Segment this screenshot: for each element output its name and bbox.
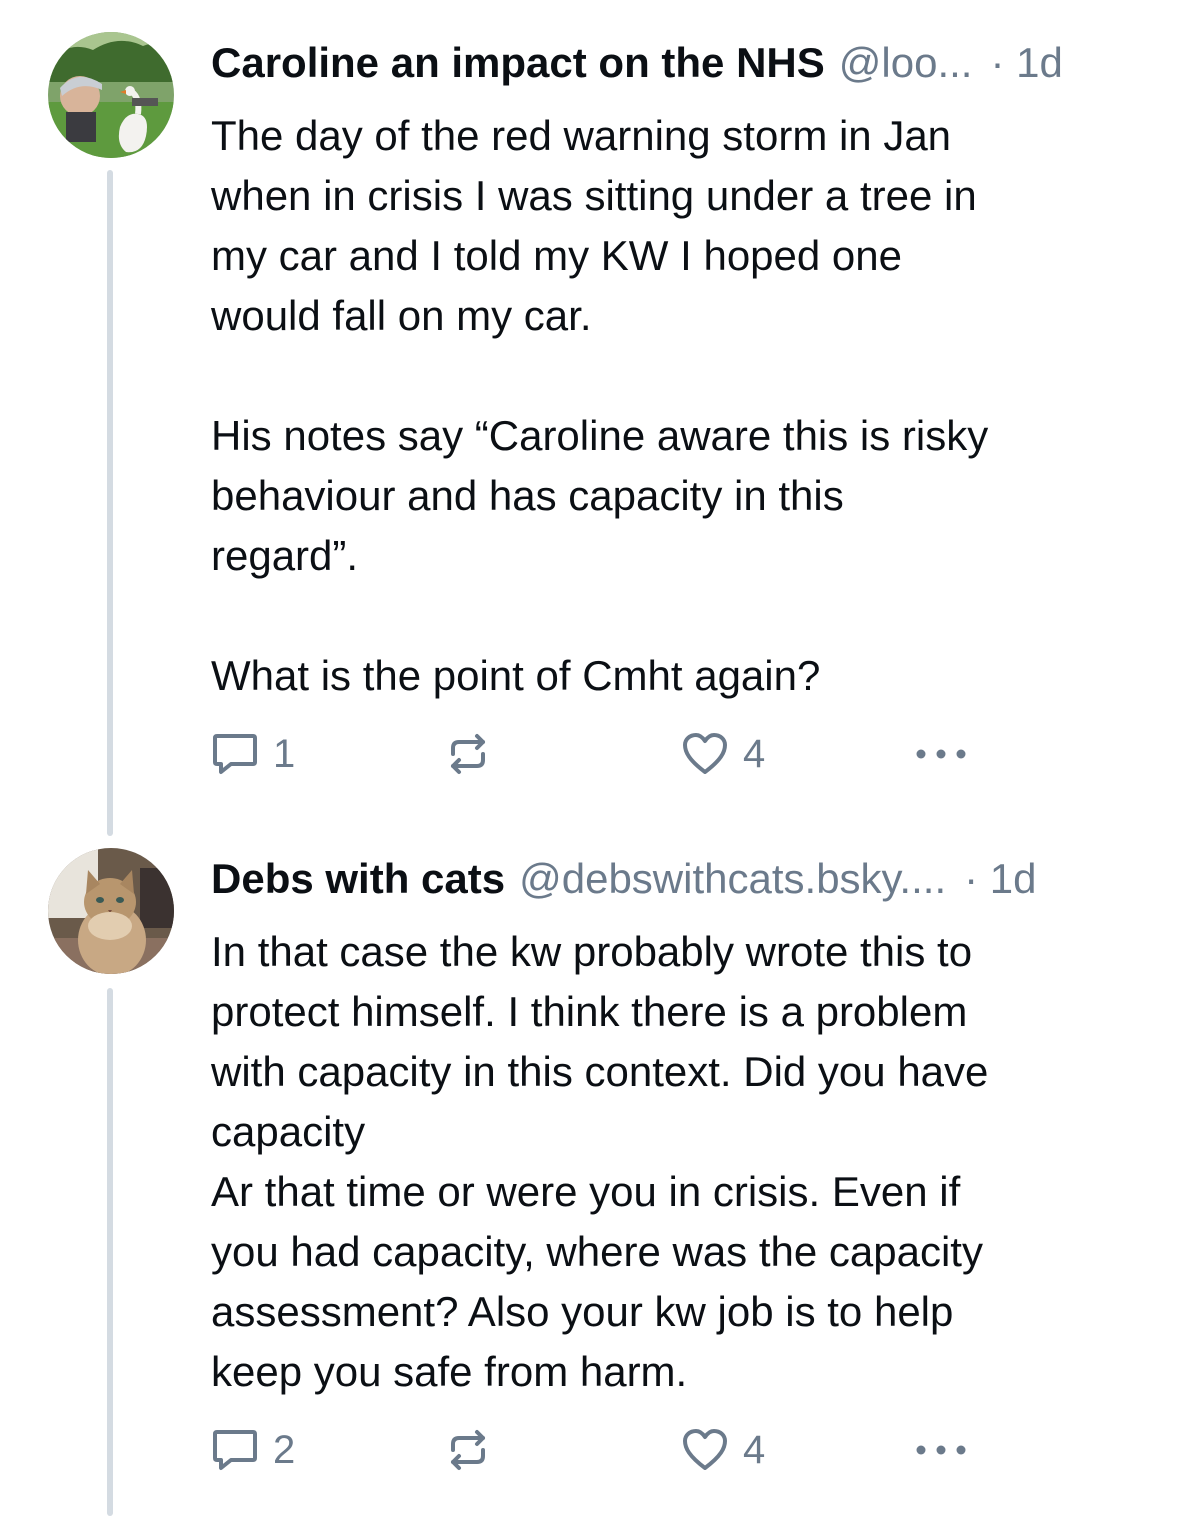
- repost-arrows-icon: [443, 732, 493, 776]
- post[interactable]: Debs with cats @debswithcats.bsky.... · …: [0, 836, 1179, 1516]
- post[interactable]: Caroline an impact on the NHS @loo... · …: [0, 0, 1179, 836]
- post-text: In that case the kw probably wrote this …: [211, 928, 989, 1395]
- like-count: 4: [743, 731, 766, 776]
- author-handle[interactable]: @debswithcats.bsky....: [519, 849, 946, 909]
- post-actions: 2 4: [211, 1425, 1011, 1475]
- heart-icon: [681, 732, 729, 776]
- post-timestamp[interactable]: · 1d: [990, 33, 1062, 93]
- like-button[interactable]: 4: [681, 729, 765, 779]
- like-button[interactable]: 4: [681, 1425, 765, 1475]
- thread-line: [107, 170, 113, 836]
- heart-icon: [681, 1428, 729, 1472]
- speech-bubble-icon: [211, 732, 259, 776]
- post-actions: 1 4: [211, 729, 1011, 779]
- repost-button[interactable]: [443, 729, 493, 779]
- reply-count: 1: [273, 731, 296, 776]
- ellipsis-icon: [913, 1440, 969, 1460]
- author-avatar[interactable]: [48, 848, 174, 974]
- author-handle[interactable]: @loo...: [839, 33, 973, 93]
- more-options-button[interactable]: [913, 729, 969, 779]
- reply-button[interactable]: 2: [211, 1425, 295, 1475]
- post-header: Debs with cats @debswithcats.bsky.... · …: [211, 849, 1129, 909]
- post-timestamp[interactable]: · 1d: [964, 849, 1036, 909]
- reply-count: 2: [273, 1427, 296, 1472]
- post-text: The day of the red warning storm in Jan …: [211, 112, 989, 699]
- reply-button[interactable]: 1: [211, 729, 295, 779]
- speech-bubble-icon: [211, 1428, 259, 1472]
- more-options-button[interactable]: [913, 1425, 969, 1475]
- ellipsis-icon: [913, 744, 969, 764]
- author-display-name[interactable]: Caroline an impact on the NHS: [211, 33, 825, 93]
- thread-line: [107, 988, 113, 1516]
- like-count: 4: [743, 1427, 766, 1472]
- repost-arrows-icon: [443, 1428, 493, 1472]
- author-display-name[interactable]: Debs with cats: [211, 849, 505, 909]
- author-avatar[interactable]: [48, 32, 174, 158]
- post-header: Caroline an impact on the NHS @loo... · …: [211, 33, 1129, 93]
- repost-button[interactable]: [443, 1425, 493, 1475]
